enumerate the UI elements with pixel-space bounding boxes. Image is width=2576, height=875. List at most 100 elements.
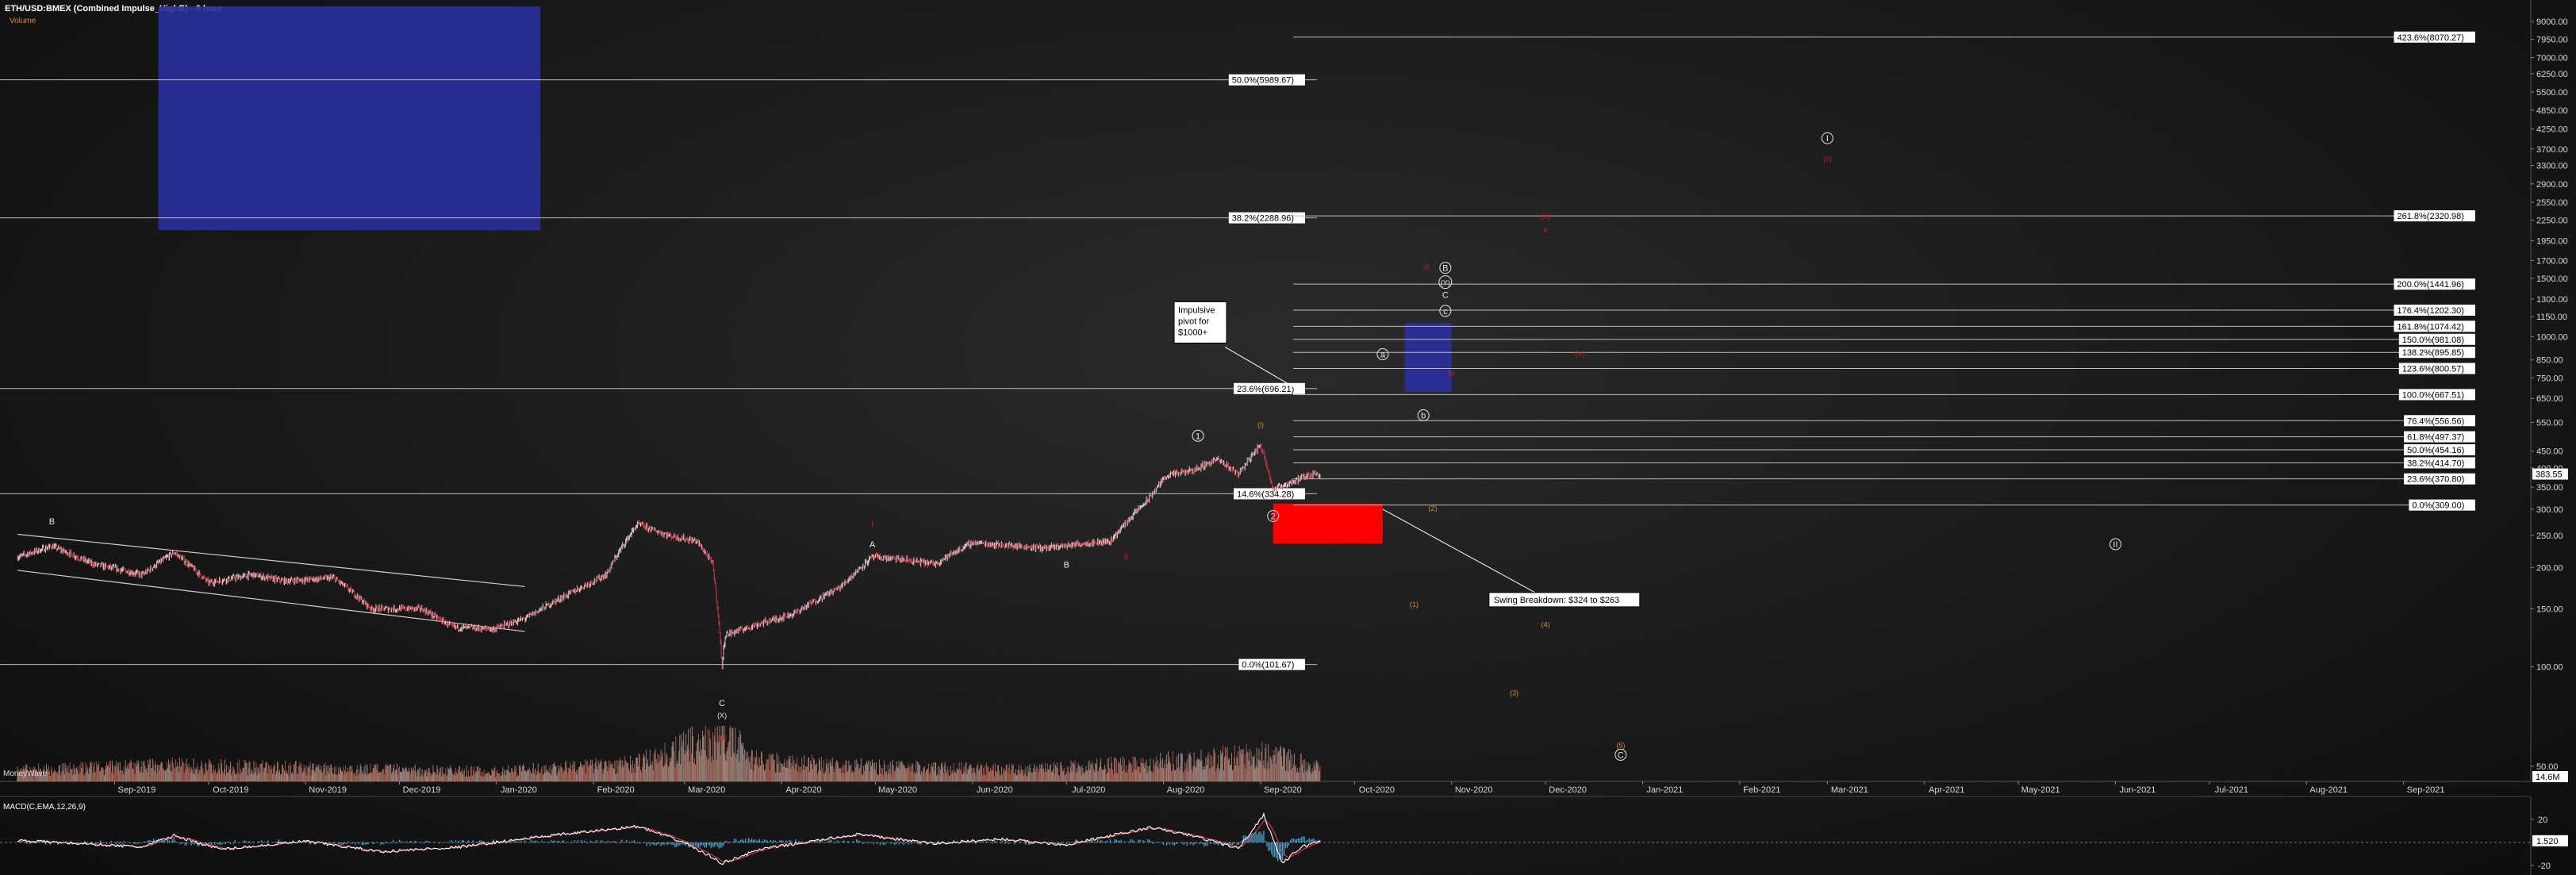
- time-tick-label: Dec-2020: [1549, 785, 1587, 795]
- annotation-pointer: [1224, 346, 1296, 389]
- volume-legend-label: Volume: [10, 17, 36, 25]
- price-tick-label: 450.00: [2536, 447, 2563, 457]
- price-tick-label: 3700.00: [2536, 145, 2568, 155]
- time-tick-label: Aug-2021: [2309, 785, 2348, 795]
- chart-window: ETH/USD:BMEX (Combined Impulse_HighB) - …: [0, 0, 2576, 875]
- wave-label: (1): [1410, 601, 1419, 608]
- price-tick-label: 5500.00: [2536, 88, 2568, 98]
- wave-label: (X): [717, 712, 727, 720]
- macd-tick-label: -20: [2538, 862, 2551, 871]
- time-tick-label: Jul-2020: [1072, 785, 1105, 795]
- macd-line: [17, 812, 1321, 865]
- fib-extension-right: 423.6%(8070.27) 261.8%(2320.98) 200.0%(144…: [1293, 31, 2475, 511]
- time-tick-label: Feb-2020: [597, 785, 635, 795]
- wave-label: (i): [1257, 420, 1264, 428]
- time-tick-label: Mar-2020: [688, 785, 725, 795]
- time-tick-label: Aug-2020: [1167, 785, 1205, 795]
- time-tick-label: May-2021: [2021, 785, 2060, 795]
- price-tick-label: 1500.00: [2536, 274, 2568, 284]
- time-tick-label: Jan-2020: [501, 785, 537, 795]
- price-tick-label: 150.00: [2536, 604, 2563, 614]
- price-tick-label: 6250.00: [2536, 70, 2568, 79]
- price-tick-label: 100.00: [2536, 663, 2563, 673]
- last-price-label: 383.55: [2536, 470, 2563, 480]
- wave-label: ii: [1124, 552, 1128, 562]
- wave-label: a: [1380, 351, 1386, 360]
- blue-target-box: [1404, 323, 1452, 393]
- price-tick-label: 2900.00: [2536, 180, 2568, 190]
- macd-label: MACD(C,EMA,12,26,9): [3, 803, 86, 812]
- volume-readout: 14.6M: [2536, 773, 2560, 782]
- fib-label: 76.4%(556.56): [2407, 416, 2464, 426]
- price-tick-label: 300.00: [2536, 505, 2563, 515]
- wave-label: C: [1442, 290, 1449, 300]
- red-target-box: [1273, 503, 1383, 544]
- time-tick-label: Jul-2021: [2215, 785, 2248, 795]
- wave-label: i: [871, 520, 873, 529]
- fib-label: 0.0%(101.67): [1242, 661, 1294, 670]
- price-tick-label: 250.00: [2536, 532, 2563, 541]
- wave-label: A: [870, 540, 876, 550]
- wave-label: (v): [1823, 155, 1832, 163]
- fib-label: 100.0%(667.51): [2402, 390, 2464, 400]
- macd-tick-label: 20: [2538, 816, 2547, 825]
- wave-label: (3): [1510, 689, 1518, 697]
- time-tick-label: Jan-2021: [1647, 785, 1683, 795]
- time-tick-label: May-2020: [878, 785, 917, 795]
- volume-panel-label: MoneyWave: [3, 769, 48, 778]
- annotation-text: pivot for: [1178, 317, 1209, 326]
- chart-canvas[interactable]: ETH/USD:BMEX (Combined Impulse_HighB) - …: [0, 0, 2576, 875]
- price-tick-label: 1150.00: [2536, 313, 2567, 322]
- fib-label: 0.0%(309.00): [2412, 501, 2464, 511]
- wave-label: (iv): [1575, 349, 1585, 357]
- fib-label: 23.6%(370.80): [2407, 475, 2464, 485]
- annotation-text: Impulsive: [1178, 305, 1215, 315]
- fib-label: 38.2%(414.70): [2407, 459, 2464, 468]
- annotation-pointer: [1382, 508, 1538, 594]
- time-tick-label: Sep-2021: [2407, 785, 2445, 795]
- wave-label: (5): [1616, 741, 1625, 749]
- wave-label: C: [1618, 750, 1624, 760]
- price-tick-label: 750.00: [2536, 374, 2563, 383]
- time-tick-label: Dec-2019: [403, 785, 441, 795]
- wave-label: (iii): [1541, 212, 1550, 220]
- fib-label: 50.0%(454.16): [2407, 446, 2464, 455]
- macd-readout: 1.520: [2536, 837, 2559, 846]
- wave-label: iv: [1449, 369, 1455, 378]
- price-tick-label: 3300.00: [2536, 161, 2568, 171]
- price-tick-label: 4250.00: [2536, 125, 2568, 135]
- price-tick-label: 9000.00: [2536, 17, 2568, 27]
- wave-label: B: [1442, 264, 1448, 274]
- fib-label: 23.6%(696.21): [1237, 385, 1294, 394]
- fib-label: 200.0%(1441.96): [2397, 280, 2464, 290]
- fib-label: 150.0%(981.08): [2402, 336, 2464, 345]
- wave-label: (Y): [1441, 279, 1450, 287]
- wave-label: II: [2113, 540, 2117, 550]
- fib-label: 176.4%(1202.30): [2397, 306, 2464, 316]
- macd-signal-line: [17, 819, 1321, 862]
- wave-label: v: [1543, 225, 1548, 235]
- time-tick-label: Apr-2021: [1929, 785, 1964, 795]
- fib-label: 61.8%(497.37): [2407, 433, 2464, 443]
- time-tick-label: Feb-2021: [1743, 785, 1780, 795]
- time-tick-label: Oct-2020: [1359, 785, 1395, 795]
- annotation-text: Swing Breakdown: $324 to $263: [1494, 596, 1619, 605]
- price-tick-label: 850.00: [2536, 356, 2563, 366]
- price-tick-label: 7950.00: [2536, 35, 2568, 44]
- time-tick-label: Apr-2020: [785, 785, 821, 795]
- price-tick-label: 1700.00: [2536, 256, 2568, 266]
- volume-bars: [17, 726, 1321, 781]
- time-tick-label: Oct-2019: [213, 785, 248, 795]
- fib-label: 123.6%(800.57): [2402, 365, 2464, 374]
- time-tick-label: Mar-2021: [1831, 785, 1868, 795]
- wave-label: iii: [1424, 263, 1429, 271]
- price-tick-label: 2250.00: [2536, 217, 2568, 226]
- price-tick-label: 1300.00: [2536, 295, 2568, 305]
- fib-label: 261.8%(2320.98): [2397, 212, 2464, 221]
- price-tick-label: 1000.00: [2536, 332, 2568, 342]
- wave-label: (4): [1541, 620, 1550, 628]
- wave-label: C: [719, 699, 725, 708]
- fib-label: 38.2%(2288.96): [1232, 214, 1294, 224]
- wave-label: I: [1826, 134, 1829, 144]
- price-axis: 9000.00 7950.00 7000.00 6250.00 5500.00 4850.…: [2530, 0, 2568, 781]
